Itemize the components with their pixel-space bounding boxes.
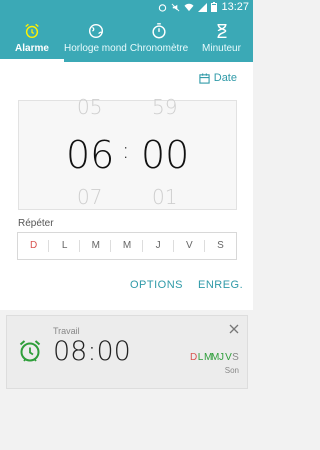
- alarm-day-thursday: J: [219, 352, 224, 363]
- status-bar: 13:27: [0, 0, 253, 16]
- minute-next[interactable]: 01: [152, 185, 177, 209]
- minute-value[interactable]: 00: [141, 133, 189, 177]
- tab-timer-label: Minuteur: [202, 43, 241, 54]
- alarm-icon: [25, 23, 39, 39]
- hour-prev[interactable]: 05: [77, 95, 102, 119]
- tab-stopwatch-label: Chronomètre: [129, 43, 189, 54]
- hour-value[interactable]: 06: [66, 133, 114, 177]
- day-toggle-tuesday[interactable]: M: [80, 233, 112, 259]
- alarm-days: D L M M J V S: [190, 352, 239, 363]
- battery-icon: [211, 2, 218, 12]
- tab-bar: Alarme Horloge mond… Chronomètre Minuteu…: [0, 16, 253, 62]
- date-label: Date: [213, 72, 237, 84]
- alarm-sound-label: Son: [224, 366, 239, 375]
- alarm-day-wednesday: M: [211, 352, 220, 363]
- close-icon[interactable]: [227, 322, 241, 336]
- world-clock-icon: [88, 23, 104, 39]
- alarm-name: Travail: [53, 326, 80, 336]
- tab-timer[interactable]: Minuteur: [190, 16, 253, 62]
- tab-alarm-label: Alarme: [15, 43, 49, 54]
- day-toggle-thursday[interactable]: J: [143, 233, 174, 259]
- stopwatch-icon: [152, 23, 166, 39]
- mute-icon: [172, 3, 180, 11]
- alarm-clock-icon[interactable]: [17, 338, 43, 364]
- alarm-day-sunday: D: [190, 352, 198, 363]
- calendar-icon: [199, 72, 210, 84]
- day-toggle-saturday[interactable]: S: [205, 233, 236, 259]
- alarm-day-saturday: S: [232, 352, 239, 363]
- alarm-day-friday: V: [225, 352, 232, 363]
- tab-world-clock[interactable]: Horloge mond…: [64, 16, 128, 62]
- time-picker: 05 06 07 : 59 00 01: [18, 95, 237, 210]
- hour-next[interactable]: 07: [77, 185, 102, 209]
- alarm-day-monday: L: [197, 352, 204, 363]
- hourglass-icon: [217, 23, 226, 39]
- day-toggle-wednesday[interactable]: M: [111, 233, 143, 259]
- status-time: 13:27: [221, 1, 249, 13]
- day-toggle-sunday[interactable]: D: [18, 233, 50, 259]
- alarm-status-icon: [159, 3, 167, 12]
- status-icons: 13:27: [158, 1, 249, 13]
- day-toggle-monday[interactable]: L: [49, 233, 81, 259]
- tab-stopwatch[interactable]: Chronomètre: [128, 16, 190, 62]
- wifi-icon: [184, 3, 194, 11]
- tab-alarm[interactable]: Alarme: [0, 16, 64, 62]
- options-button[interactable]: OPTIONS: [130, 279, 183, 291]
- repeat-days: D L M M J V S: [17, 232, 237, 260]
- save-button[interactable]: ENREG.: [198, 279, 243, 291]
- tab-world-clock-label: Horloge mond…: [64, 43, 128, 54]
- minute-prev[interactable]: 59: [152, 95, 177, 119]
- alarm-item[interactable]: Travail 08:00 D L M M J V S Son: [6, 315, 248, 389]
- repeat-label: Répéter: [18, 218, 54, 229]
- alarm-day-tuesday: M: [204, 352, 213, 363]
- day-toggle-friday[interactable]: V: [174, 233, 205, 259]
- time-separator: :: [122, 139, 130, 164]
- signal-icon: [198, 2, 208, 12]
- date-button[interactable]: Date: [199, 72, 237, 84]
- alarm-time: 08:00: [53, 336, 131, 367]
